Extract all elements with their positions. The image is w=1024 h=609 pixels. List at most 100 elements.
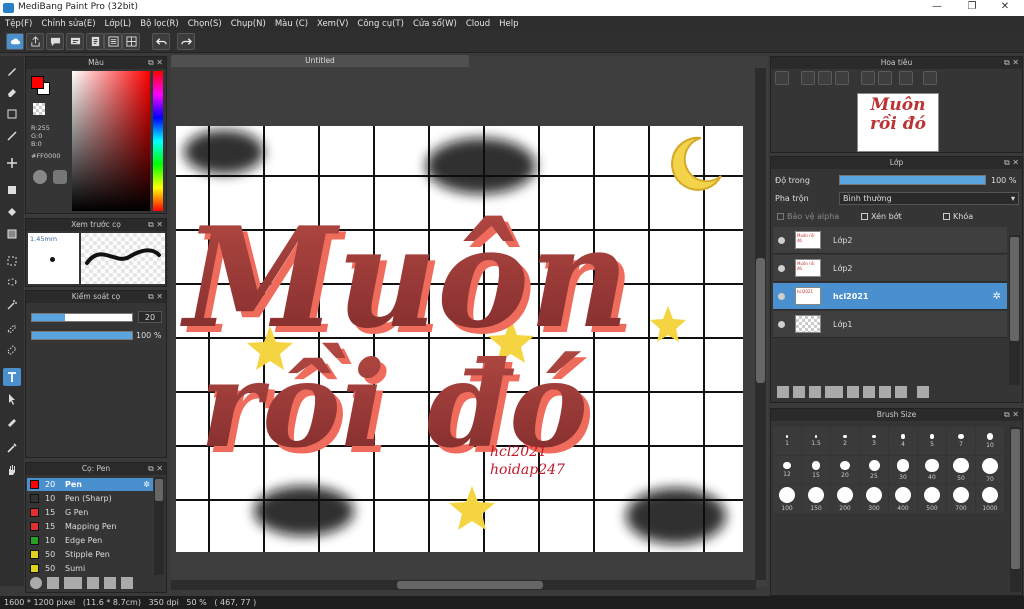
canvas-artboard[interactable]: Muôn Muôn rồi đó rồi đó hcl2021 hoidap24… [176, 126, 743, 552]
brush-size-option[interactable]: 500 [918, 485, 946, 513]
tool-eyedropper[interactable] [3, 439, 21, 457]
tool-lasso[interactable] [3, 274, 21, 292]
tool-hand[interactable] [3, 461, 21, 479]
layer-row[interactable]: Muôn rồi đó Lớp2 [773, 227, 1007, 254]
restore-button[interactable]: ❐ [957, 1, 987, 15]
folder-icon[interactable] [104, 577, 116, 589]
tool-select-pen[interactable] [3, 318, 21, 336]
document-button[interactable] [86, 33, 104, 50]
brush-list-item[interactable]: 15 G Pen [27, 506, 152, 519]
brush-list-item[interactable]: 10 Pen (Sharp) [27, 492, 152, 505]
tool-line[interactable] [3, 127, 21, 145]
cloud-button[interactable] [6, 33, 24, 50]
brush-size-option[interactable]: 400 [889, 485, 917, 513]
brush-size-option[interactable]: 7 [947, 427, 975, 455]
panel-close-icon[interactable]: ⧉ ✕ [1004, 409, 1019, 421]
palette-icon[interactable] [33, 170, 47, 184]
tool-rectangle[interactable] [3, 105, 21, 123]
brush-size-option[interactable]: 200 [831, 485, 859, 513]
panel-close-icon[interactable]: ⧉ ✕ [148, 463, 163, 475]
brush-size-option[interactable]: 1000 [976, 485, 1004, 513]
menu-layer[interactable]: Lớp(L) [105, 19, 132, 29]
transparent-color-swatch[interactable] [33, 103, 45, 115]
brush-list-item[interactable]: 10 Edge Pen [27, 534, 152, 547]
tool-operation[interactable] [3, 390, 21, 408]
new-layer-icon[interactable] [777, 386, 789, 398]
brush-size-slider[interactable] [31, 313, 133, 322]
share-button[interactable] [26, 33, 44, 50]
zoom-out-icon[interactable] [835, 71, 849, 85]
new-8bit-layer-icon[interactable] [809, 386, 821, 398]
brush-size-option[interactable]: 1.5 [802, 427, 830, 455]
grid-button[interactable] [122, 33, 140, 50]
list-button[interactable] [104, 33, 122, 50]
undo-button[interactable] [152, 33, 170, 50]
brush-size-option[interactable]: 40 [918, 456, 946, 484]
menu-filter[interactable]: Bộ lọc(R) [140, 19, 179, 29]
layer-settings-icon[interactable] [895, 386, 907, 398]
brush-size-value[interactable]: 20 [138, 311, 162, 323]
menu-snap[interactable]: Chụp(N) [231, 19, 266, 29]
fit-icon[interactable] [818, 71, 832, 85]
panel-close-icon[interactable]: ⧉ ✕ [148, 57, 163, 69]
merge-layer-icon[interactable] [879, 386, 891, 398]
add-layer-menu-icon[interactable] [825, 386, 843, 398]
panel-close-icon[interactable]: ⧉ ✕ [1004, 157, 1019, 169]
lock-checkbox[interactable]: Khóa [943, 212, 973, 221]
tool-fill[interactable] [3, 181, 21, 199]
brush-size-option[interactable]: 4 [889, 427, 917, 455]
brush-size-option[interactable]: 1 [773, 427, 801, 455]
panel-close-icon[interactable]: ⧉ ✕ [1004, 57, 1019, 69]
trash-icon[interactable] [917, 386, 929, 398]
brush-size-option[interactable]: 70 [976, 456, 1004, 484]
brush-size-option[interactable]: 300 [860, 485, 888, 513]
document-tab[interactable]: Untitled [171, 55, 469, 67]
menu-window[interactable]: Cửa sổ(W) [413, 19, 457, 29]
panel-close-icon[interactable]: ⧉ ✕ [148, 219, 163, 231]
gear-icon[interactable]: ✲ [993, 291, 1001, 302]
brush-size-option[interactable]: 5 [918, 427, 946, 455]
zoom-in-icon[interactable] [775, 71, 789, 85]
layer-row[interactable]: Muôn rồi đó Lớp2 [773, 255, 1007, 282]
navigator-thumbnail[interactable]: Muôn rồi đó [857, 93, 939, 152]
tool-brush[interactable] [3, 62, 21, 80]
redo-button[interactable] [177, 33, 195, 50]
brush-size-option[interactable]: 100 [773, 485, 801, 513]
brush-size-option[interactable]: 12 [773, 456, 801, 484]
visibility-eye-icon[interactable] [778, 292, 785, 300]
chat-button[interactable] [66, 33, 84, 50]
visibility-eye-icon[interactable] [778, 264, 785, 272]
protect-alpha-checkbox[interactable]: Bảo vệ alpha [777, 212, 839, 221]
canvas-horizontal-scrollbar[interactable] [171, 580, 756, 590]
canvas-vertical-scrollbar[interactable] [755, 68, 766, 580]
panel-close-icon[interactable]: ⧉ ✕ [148, 291, 163, 303]
brush-settings-icon[interactable] [30, 577, 42, 589]
brush-size-option[interactable]: 2 [831, 427, 859, 455]
tool-magic-wand[interactable] [3, 296, 21, 314]
brush-size-option[interactable]: 700 [947, 485, 975, 513]
menu-tools[interactable]: Công cụ(T) [357, 19, 404, 29]
menu-file[interactable]: Tệp(F) [5, 19, 32, 29]
menu-select[interactable]: Chọn(S) [188, 19, 222, 29]
add-brush-icon[interactable] [64, 577, 82, 589]
tool-dropper[interactable] [3, 412, 21, 430]
layer-list-scrollbar[interactable] [1009, 235, 1020, 385]
brush-size-option[interactable]: 15 [802, 456, 830, 484]
rotate-left-icon[interactable] [861, 71, 875, 85]
minimize-button[interactable]: — [922, 1, 952, 15]
brush-size-option[interactable]: 150 [802, 485, 830, 513]
color-settings-icon[interactable] [53, 170, 67, 184]
brush-list-scrollbar[interactable] [154, 477, 164, 575]
duplicate-layer-icon[interactable] [863, 386, 875, 398]
brush-size-option[interactable]: 50 [947, 456, 975, 484]
tool-gradient[interactable] [3, 225, 21, 243]
brush-size-option[interactable]: 10 [976, 427, 1004, 455]
hue-slider[interactable] [153, 71, 163, 211]
color-saturation-field[interactable] [72, 71, 150, 211]
rotate-right-icon[interactable] [899, 71, 913, 85]
flip-icon[interactable] [923, 71, 937, 85]
layer-row[interactable]: hcl2021 hcl2021 ✲ [773, 283, 1007, 310]
tool-eraser[interactable] [3, 83, 21, 101]
clipping-checkbox[interactable]: Xén bớt [861, 212, 902, 221]
brush-list-item[interactable]: 15 Mapping Pen [27, 520, 152, 533]
